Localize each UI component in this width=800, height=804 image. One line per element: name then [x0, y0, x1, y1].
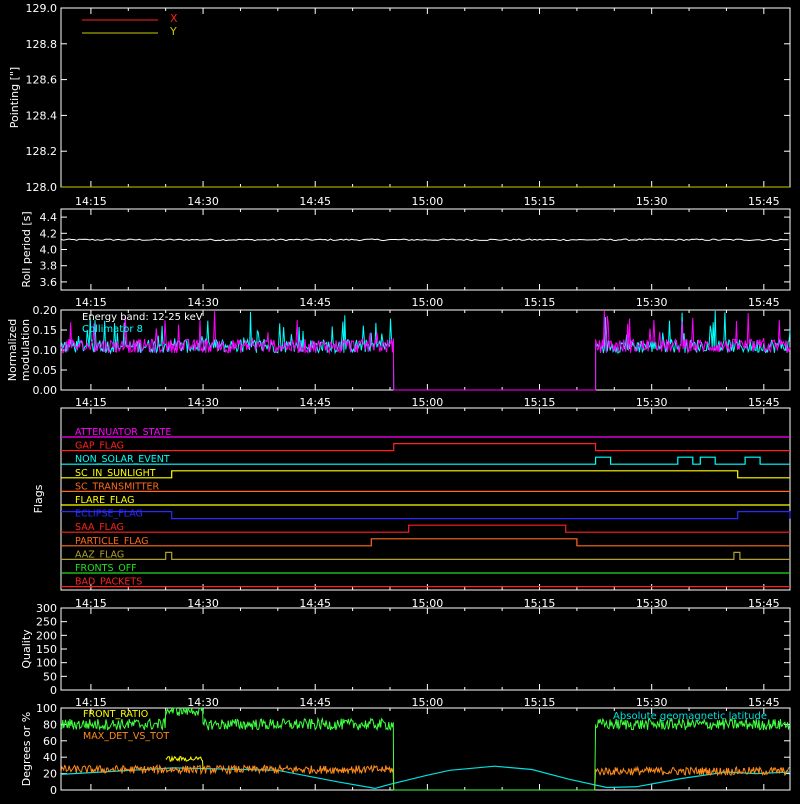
time-tick-label: 14:45: [299, 195, 331, 208]
y-tick-label: 60: [43, 735, 57, 748]
y-tick-label: 128.8: [26, 38, 58, 51]
flag-label-sc-in-sunlight: SC_IN_SUNLIGHT: [75, 468, 156, 479]
y-tick-label: 80: [43, 718, 57, 731]
time-tick-label: 15:45: [748, 296, 780, 309]
time-tick-label: 14:15: [75, 296, 107, 309]
y-axis-label: Quality: [20, 629, 33, 669]
y-tick-label: 128.0: [26, 181, 58, 194]
annotation-collimator: Collimator 8: [82, 324, 143, 335]
time-tick-label: 14:15: [75, 396, 107, 409]
time-tick-label: 15:30: [636, 396, 668, 409]
time-tick-label: 15:15: [524, 195, 556, 208]
time-tick-label: 15:45: [748, 396, 780, 409]
flag-label-saa-flag: SAA_FLAG: [75, 522, 124, 533]
y-tick-label: 0.05: [33, 364, 58, 377]
flag-label-aaz-flag: AAZ_FLAG: [75, 549, 124, 560]
flag-label-non-solar-event: NON_SOLAR_EVENT: [75, 454, 170, 465]
time-tick-label: 15:00: [412, 696, 444, 709]
y-tick-label: 3.6: [40, 276, 58, 289]
y-tick-label: 0: [50, 784, 57, 797]
time-tick-label: 15:00: [412, 396, 444, 409]
y-axis-label: Pointing ["]: [8, 67, 21, 128]
time-tick-label: 15:30: [636, 195, 668, 208]
flag-label-attenuator-state: ATTENUATOR_STATE: [75, 427, 171, 438]
y-tick-label: 128.4: [26, 109, 58, 122]
y-axis-label: Normalizedmodulation: [6, 319, 32, 381]
flag-label-particle-flag: PARTICLE_FLAG: [75, 536, 148, 547]
y-tick-label: 0: [50, 684, 57, 697]
y-tick-label: 150: [36, 643, 57, 656]
time-tick-label: 14:30: [187, 296, 219, 309]
y-axis-label: Flags: [32, 484, 45, 513]
y-tick-label: 0.20: [33, 304, 58, 317]
y-tick-label: 0.15: [33, 324, 58, 337]
flag-label-fronts-off: FRONTS_OFF: [75, 563, 137, 574]
y-tick-label: 128.2: [26, 145, 58, 158]
time-tick-label: 14:15: [75, 195, 107, 208]
annotation-energy-band: Energy band: 12-25 keV: [82, 312, 203, 323]
legend-label-y: Y: [169, 25, 177, 38]
time-tick-label: 15:15: [524, 296, 556, 309]
geomagnetic-latitude-label: Absolute geomagnetic latitude: [613, 711, 767, 722]
legend-label-x: X: [170, 12, 178, 25]
y-tick-label: 200: [36, 629, 57, 642]
telemetry-figure: 14:15 14:30 14:45 15:00 15:15 15:30 15:45 128.0…: [0, 0, 800, 800]
time-tick-label: 14:45: [299, 696, 331, 709]
time-tick-label: 15:45: [748, 195, 780, 208]
time-tick-label: 14:30: [187, 195, 219, 208]
y-axis-label: Roll period [s]: [20, 211, 33, 287]
time-tick-label: 14:45: [299, 296, 331, 309]
flag-label-eclipse-flag: ECLIPSE_FLAG: [75, 509, 143, 520]
y-tick-label: 100: [36, 657, 57, 670]
time-tick-label: 14:45: [299, 396, 331, 409]
legend-label-front-ratio: FRONT_RATIO: [83, 709, 148, 720]
time-tick-label: 15:00: [412, 195, 444, 208]
time-tick-label: 15:30: [636, 296, 668, 309]
y-tick-label: 0.00: [33, 384, 58, 397]
y-tick-label: 4.2: [40, 227, 58, 240]
flag-label-flare-flag: FLARE_FLAG: [75, 495, 135, 506]
flag-label-sc-transmitter: SC_TRANSMITTER: [75, 481, 160, 492]
y-tick-label: 300: [36, 602, 57, 615]
flag-label-bad-packets: BAD_PACKETS: [75, 577, 142, 588]
time-tick-label: 14:30: [187, 696, 219, 709]
y-tick-label: 4.4: [40, 211, 58, 224]
y-tick-label: 0.10: [33, 344, 58, 357]
y-tick-label: 250: [36, 616, 57, 629]
y-tick-label: 128.6: [26, 74, 58, 87]
time-tick-label: 15:15: [524, 696, 556, 709]
y-tick-label: 4.0: [40, 244, 58, 257]
time-tick-label: 14:30: [187, 396, 219, 409]
y-tick-label: 129.0: [26, 2, 58, 15]
time-tick-label: 14:15: [75, 696, 107, 709]
time-tick-label: 15:00: [412, 296, 444, 309]
y-tick-label: 40: [43, 751, 57, 764]
flag-label-gap-flag: GAP_FLAG: [75, 441, 124, 452]
y-tick-label: 3.8: [40, 260, 58, 273]
time-tick-label: 15:15: [524, 396, 556, 409]
time-tick-label: 15:30: [636, 696, 668, 709]
y-axis-label: Degrees or %: [20, 712, 33, 786]
y-tick-label: 100: [36, 702, 57, 715]
y-tick-label: 20: [43, 768, 57, 781]
time-tick-label: 15:45: [748, 696, 780, 709]
y-tick-label: 50: [43, 670, 57, 683]
legend-label-max-det-vs-tot: MAX_DET_VS_TOT: [83, 731, 169, 742]
